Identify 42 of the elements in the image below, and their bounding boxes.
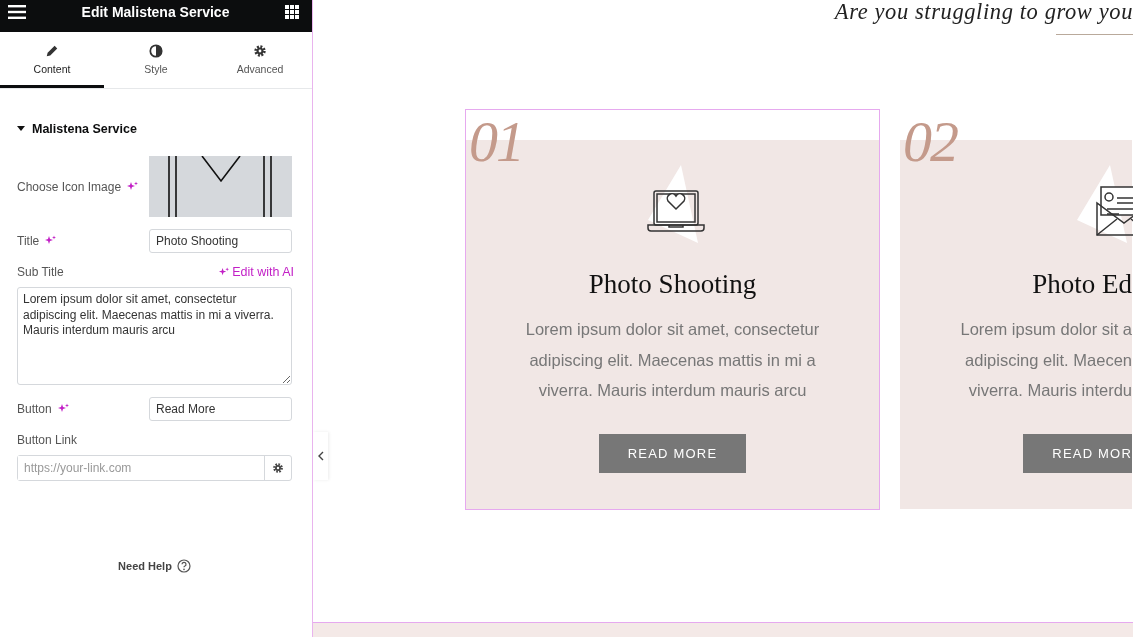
help-icon[interactable] — [176, 559, 191, 573]
field-label: Button — [17, 402, 52, 416]
read-more-button[interactable]: READ MOR — [1023, 433, 1132, 473]
panel-title: Edit Malistena Service — [81, 4, 230, 20]
chevron-left-icon — [317, 451, 324, 461]
apps-grid-icon[interactable] — [285, 5, 299, 19]
text-field[interactable]: Read More — [149, 397, 292, 421]
card-text-line: Lorem ipsum dolor sit a — [960, 319, 1132, 340]
card-number: 02 — [903, 108, 957, 175]
card-text-line: adipiscing elit. Maecenas mattis in mi a — [529, 349, 816, 371]
icon-image-thumbnail[interactable] — [149, 156, 292, 217]
text-field[interactable]: Photo Shooting — [149, 229, 292, 253]
pencil-icon — [45, 44, 59, 58]
panel-tab[interactable]: Advanced — [208, 32, 312, 88]
url-field[interactable]: https://your-link.com — [17, 455, 292, 481]
gear-icon — [272, 462, 284, 474]
read-more-button[interactable]: READ MORE — [598, 433, 747, 473]
menu-icon[interactable] — [8, 5, 26, 19]
field-label: Choose Icon Image — [17, 179, 122, 194]
panel-tab[interactable]: Style — [104, 32, 208, 88]
caret-icon — [17, 126, 25, 132]
card-title: Photo Shooting — [588, 269, 757, 300]
panel-tab[interactable]: Content — [0, 32, 104, 88]
card-number: 01 — [469, 108, 523, 175]
card-title: Photo Ed — [1032, 269, 1132, 300]
service-card-frame[interactable]: 02 Photo Ed Lorem ipsum dolor sit a adipiscing elit. Maecen viverra. Mauris interdu READ MOR — [899, 109, 1133, 510]
field-label: Title — [17, 234, 40, 248]
gear-icon — [253, 44, 267, 58]
field-label: Button Link — [17, 433, 79, 447]
card-text-line: adipiscing elit. Maecen — [965, 349, 1132, 371]
section-toggle[interactable]: Malistena Service — [17, 122, 292, 136]
ai-sparkle-icon — [218, 266, 230, 278]
field-label: Sub Title — [17, 265, 64, 279]
contrast-icon — [149, 44, 163, 58]
service-card-frame[interactable]: 01 Photo Shooting Lorem ipsum dolor sit amet, consectetur adipiscing elit. Maecenas mattis in mi a viverra. Mauris interdum mauris arcu READ MORE — [465, 109, 880, 510]
subtitle-textarea[interactable]: Lorem ipsum dolor sit amet, consectetur adipiscing elit. Maecenas mattis in mi a viverra. Mauris interdum mauris arcu — [17, 287, 292, 385]
card-text-line: Lorem ipsum dolor sit amet, consectetur — [525, 319, 820, 340]
need-help-link[interactable]: Need Help — [118, 560, 172, 572]
card-text-line: viverra. Mauris interdum mauris arcu — [538, 380, 807, 401]
card-text-line: viverra. Mauris interdu — [968, 380, 1132, 401]
section-heading: Are you struggling to grow you — [834, 0, 1133, 25]
edit-with-ai-link[interactable]: Edit with AI — [218, 265, 294, 279]
